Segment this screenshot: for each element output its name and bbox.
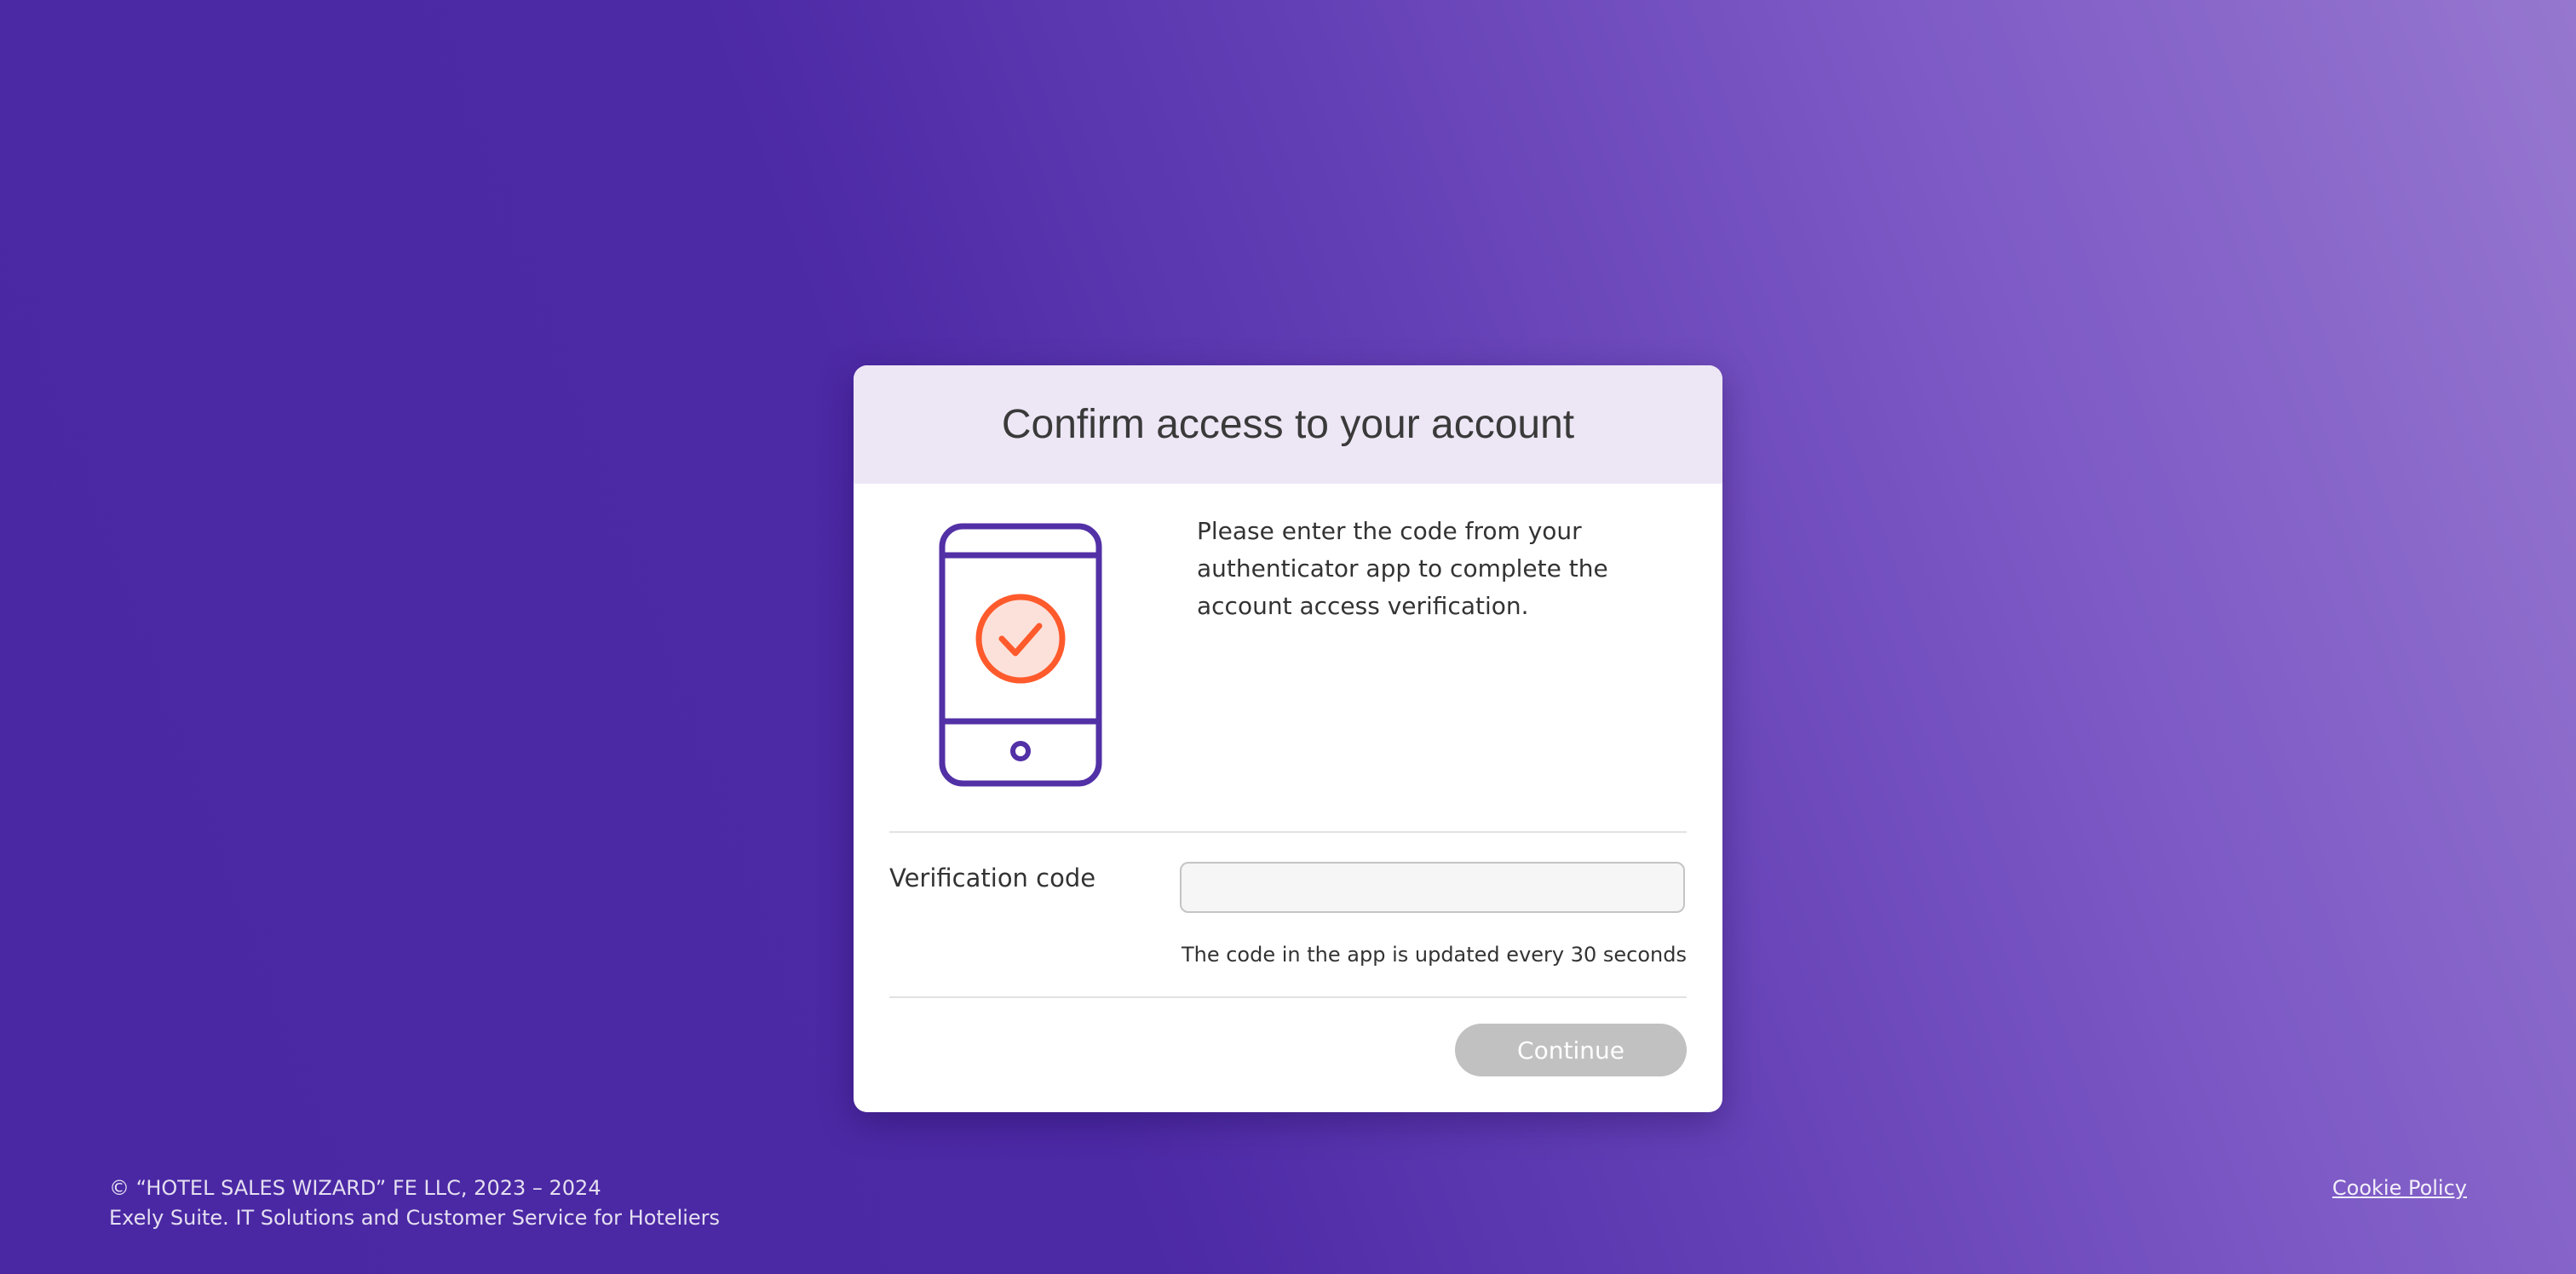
phone-check-icon	[939, 523, 1102, 787]
cookie-policy-link[interactable]: Cookie Policy	[2332, 1174, 2467, 1203]
verification-code-input[interactable]	[1180, 862, 1685, 913]
dialog-header: Confirm access to your account	[854, 365, 1722, 484]
instructions-text: Please enter the code from your authenti…	[1197, 517, 1608, 620]
continue-button[interactable]: Continue	[1455, 1024, 1687, 1076]
code-refresh-hint: The code in the app is updated every 30 …	[1181, 943, 1687, 967]
tagline-text: Exely Suite. IT Solutions and Customer S…	[109, 1206, 721, 1230]
copyright-text: © “HOTEL SALES WIZARD” FE LLC, 2023 – 20…	[109, 1176, 601, 1200]
footer-info: © “HOTEL SALES WIZARD” FE LLC, 2023 – 20…	[109, 1174, 720, 1233]
divider	[889, 831, 1687, 833]
verification-code-label: Verification code	[889, 864, 1096, 892]
dialog-title: Confirm access to your account	[1001, 402, 1575, 447]
divider	[889, 996, 1687, 998]
verification-dialog: Confirm access to your account Please en…	[854, 365, 1722, 1112]
